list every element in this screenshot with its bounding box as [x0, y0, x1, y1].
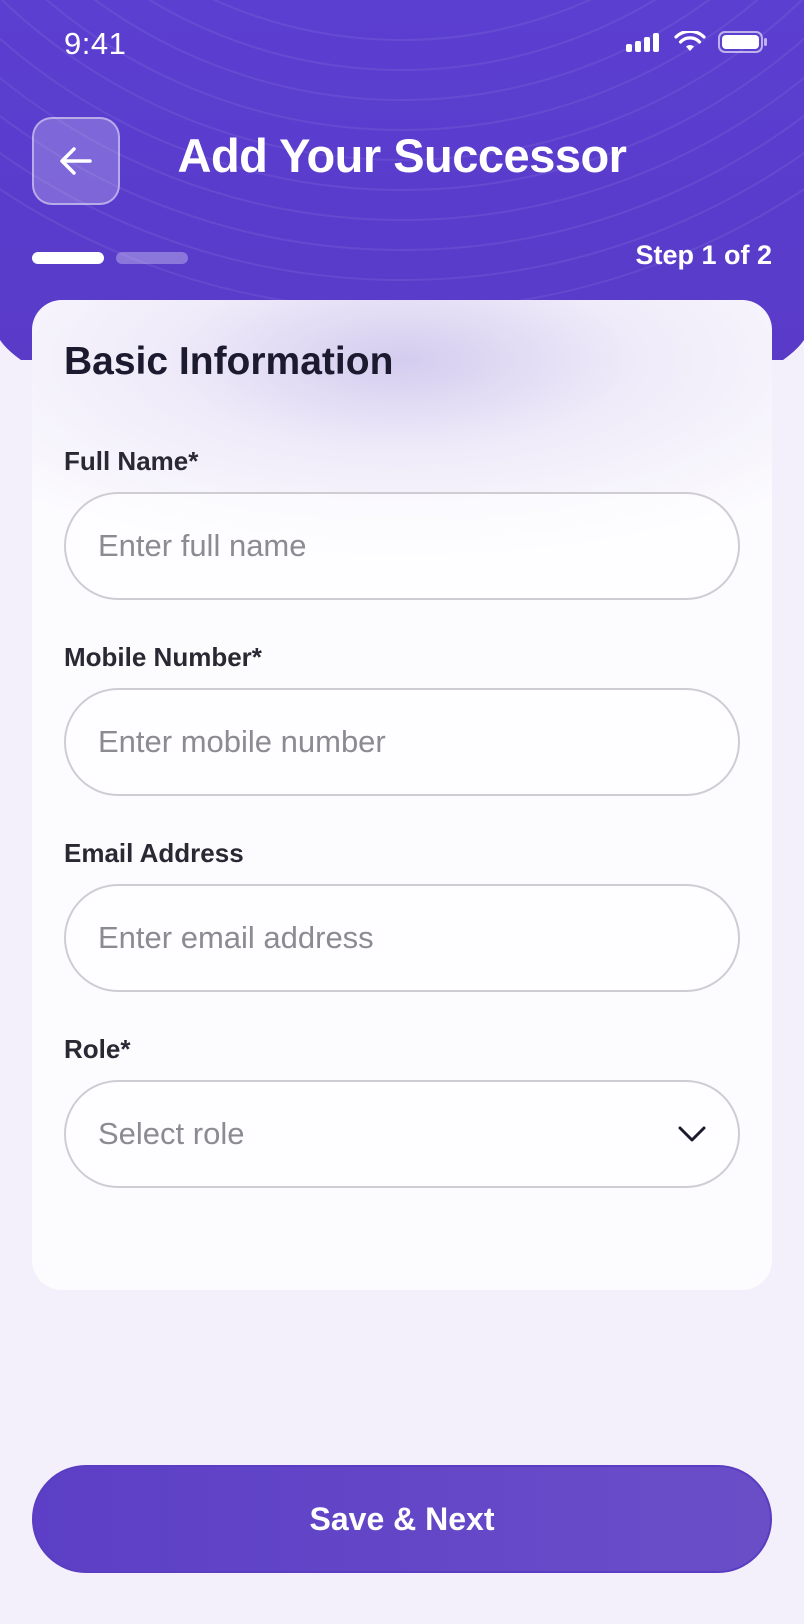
- mobile-number-label: Mobile Number*: [64, 642, 262, 672]
- progress-segment-inactive: [116, 252, 188, 264]
- role-select[interactable]: Select role: [64, 1080, 740, 1188]
- progress-segment-active: [32, 252, 104, 264]
- full-name-label: Full Name*: [64, 446, 199, 476]
- signal-icon: [626, 33, 659, 52]
- section-title: Basic Information: [64, 340, 394, 383]
- step-label: Step 1 of 2: [635, 240, 772, 270]
- full-name-input[interactable]: [64, 492, 740, 600]
- role-select-placeholder: Select role: [98, 1116, 245, 1151]
- role-label: Role*: [64, 1034, 131, 1064]
- battery-icon: [718, 31, 767, 53]
- status-bar: 9:41: [0, 0, 804, 88]
- page-title: Add Your Successor: [177, 129, 627, 182]
- email-address-input[interactable]: [64, 884, 740, 992]
- status-icons: [626, 30, 768, 54]
- mobile-number-input[interactable]: [64, 688, 740, 796]
- wifi-icon: [674, 31, 706, 51]
- basic-information-card: Basic Information Full Name* Mobile Numb…: [32, 300, 772, 1290]
- email-address-label: Email Address: [64, 838, 244, 868]
- save-and-next-button[interactable]: Save & Next: [32, 1465, 772, 1573]
- chevron-down-icon: [678, 1126, 706, 1142]
- step-progress: [32, 252, 188, 264]
- status-time: 9:41: [64, 26, 127, 61]
